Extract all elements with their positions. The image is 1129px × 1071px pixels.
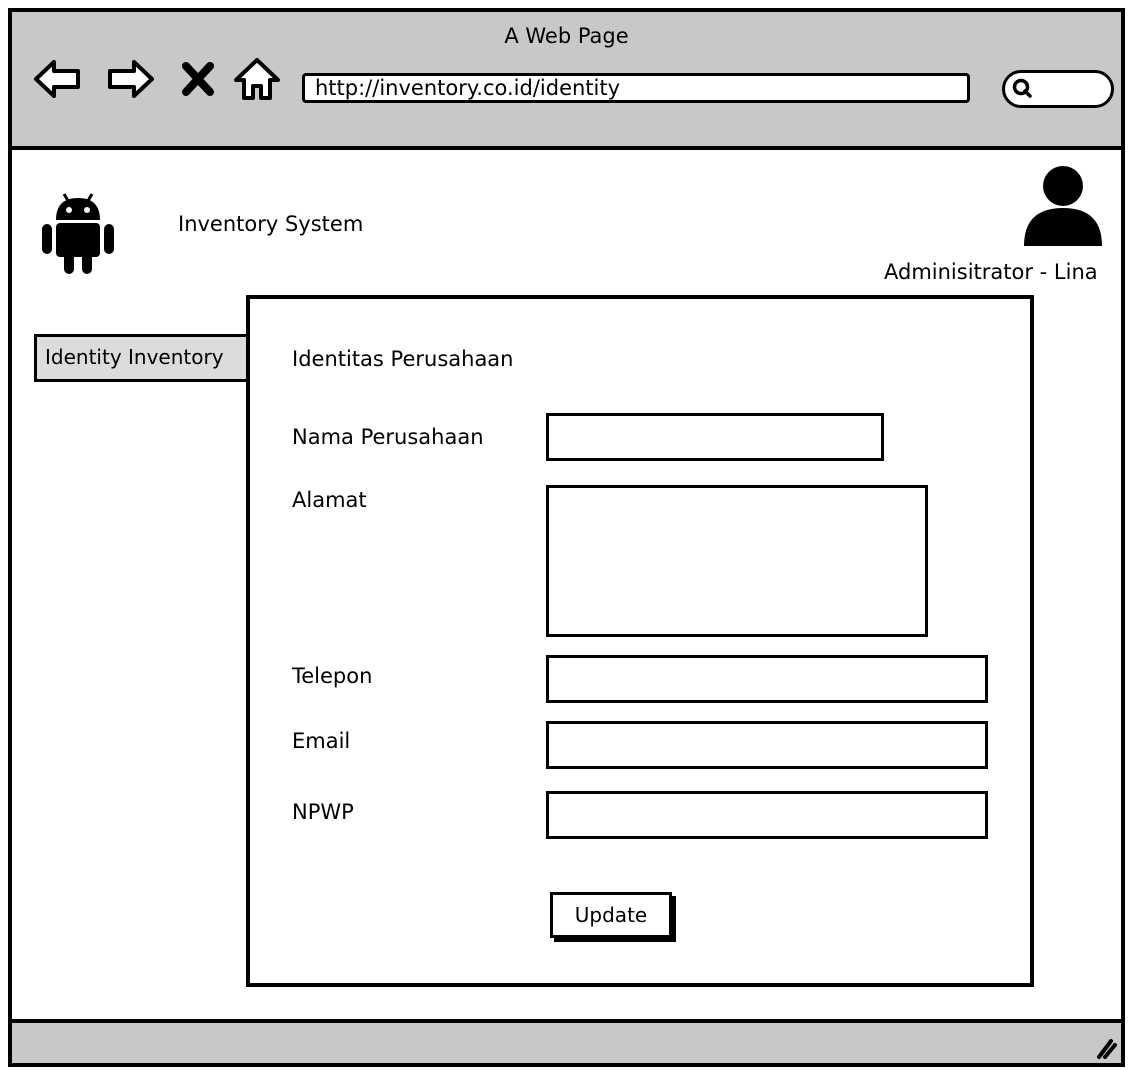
address-field[interactable] [546,485,928,637]
company-name-field[interactable] [546,413,884,461]
identity-form-panel: Identitas Perusahaan Nama Perusahaan Ala… [246,295,1034,987]
close-icon [182,62,214,96]
phone-label: Telepon [292,664,373,688]
browser-search-field[interactable] [1002,70,1114,108]
back-button[interactable] [32,56,84,102]
address-label: Alamat [292,488,367,512]
browser-window: A Web Page http://inventory.co.id/identi… [8,8,1125,1067]
status-bar [12,1019,1121,1063]
email-field[interactable] [546,721,988,769]
sidebar-item-identity-inventory[interactable]: Identity Inventory [34,334,264,382]
forward-arrow-icon [108,60,154,98]
address-bar[interactable]: http://inventory.co.id/identity [302,73,970,103]
resize-grip-icon[interactable] [1093,1035,1117,1059]
back-arrow-icon [34,60,80,98]
npwp-field[interactable] [546,791,988,839]
form-title: Identitas Perusahaan [292,347,514,371]
forward-button[interactable] [104,56,156,102]
home-icon [234,58,280,100]
app-title: Inventory System [178,212,364,236]
email-label: Email [292,729,351,753]
browser-toolbar: A Web Page http://inventory.co.id/identi… [12,12,1121,150]
phone-field[interactable] [546,655,988,703]
user-icon[interactable] [1022,164,1104,246]
stop-button[interactable] [178,56,218,102]
search-icon [1012,78,1032,98]
company-name-label: Nama Perusahaan [292,425,484,449]
android-icon [42,193,114,274]
update-button[interactable]: Update [550,892,672,938]
npwp-label: NPWP [292,800,354,824]
window-title: A Web Page [504,24,629,48]
home-button[interactable] [232,56,282,102]
user-label[interactable]: Adminisitrator - Lina [884,260,1098,284]
